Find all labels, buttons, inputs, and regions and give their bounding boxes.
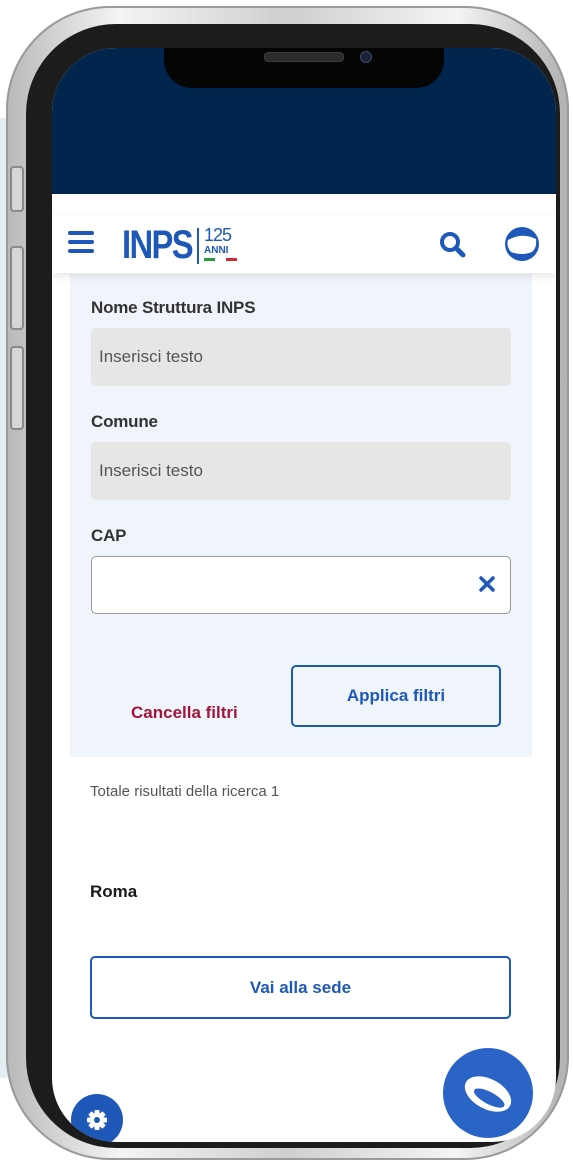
phone-screen: INPS 125 ANNI Nome Struttura INPS Inseri…	[52, 48, 556, 1142]
phone-notch	[164, 48, 444, 88]
chat-icon	[464, 1076, 512, 1112]
phone-frame: INPS 125 ANNI Nome Struttura INPS Inseri…	[6, 6, 569, 1160]
gear-icon	[87, 1110, 107, 1130]
user-icon[interactable]	[502, 226, 542, 262]
results-count: Totale risultati della ricerca 1	[90, 783, 280, 800]
logo-wordmark: INPS	[122, 223, 194, 267]
inps-logo[interactable]: INPS 125 ANNI	[122, 223, 242, 267]
screenshot-stage: INPS 125 ANNI Nome Struttura INPS Inseri…	[0, 0, 573, 1162]
structure-name-label: Nome Struttura INPS	[91, 298, 256, 317]
result-title: Roma	[90, 882, 138, 901]
zip-input[interactable]	[91, 556, 511, 614]
chat-button[interactable]	[443, 1048, 533, 1138]
apply-filters-button[interactable]: Applica filtri	[291, 665, 501, 727]
structure-name-placeholder: Inserisci testo	[99, 347, 203, 366]
logo-anniversary-text: ANNI	[204, 245, 229, 256]
app-header: INPS 125 ANNI	[52, 215, 556, 273]
go-to-office-button[interactable]: Vai alla sede	[90, 956, 511, 1019]
menu-icon[interactable]	[68, 231, 94, 253]
phone-volume-down-button	[10, 346, 24, 430]
city-placeholder: Inserisci testo	[99, 461, 203, 480]
cancel-filters-link[interactable]: Cancella filtri	[131, 703, 238, 723]
italian-flag-stripe	[204, 258, 237, 261]
structure-name-input[interactable]: Inserisci testo	[91, 328, 511, 386]
filter-panel: Nome Struttura INPS Inserisci testo Comu…	[70, 274, 532, 757]
speaker-grille	[264, 52, 344, 62]
city-input[interactable]: Inserisci testo	[91, 442, 511, 500]
clear-icon[interactable]	[478, 575, 496, 593]
logo-anniversary-number: 125	[204, 225, 232, 245]
zip-label: CAP	[91, 526, 127, 545]
settings-button[interactable]	[71, 1094, 123, 1142]
city-label: Comune	[91, 412, 158, 431]
search-icon[interactable]	[437, 229, 469, 261]
phone-volume-up-button	[10, 246, 24, 330]
phone-mute-button	[10, 166, 24, 212]
front-camera	[360, 51, 372, 63]
logo-separator	[197, 228, 199, 264]
